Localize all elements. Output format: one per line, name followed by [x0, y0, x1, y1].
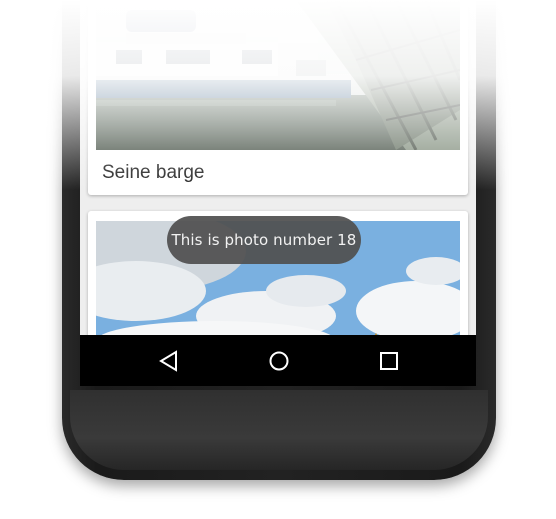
- home-circle-icon[interactable]: [267, 349, 291, 373]
- system-navigation-bar: [80, 335, 476, 386]
- recents-square-icon[interactable]: [377, 349, 401, 373]
- toast-message: This is photo number 18: [167, 216, 361, 264]
- back-triangle-icon[interactable]: [157, 349, 181, 373]
- phone-chin: [70, 390, 488, 470]
- app-screen: Seine barge This is photo number 18: [80, 0, 476, 386]
- photo-caption: Seine barge: [102, 162, 205, 183]
- photo-seine-barge: [96, 0, 460, 150]
- photo-card[interactable]: Seine barge: [88, 0, 468, 195]
